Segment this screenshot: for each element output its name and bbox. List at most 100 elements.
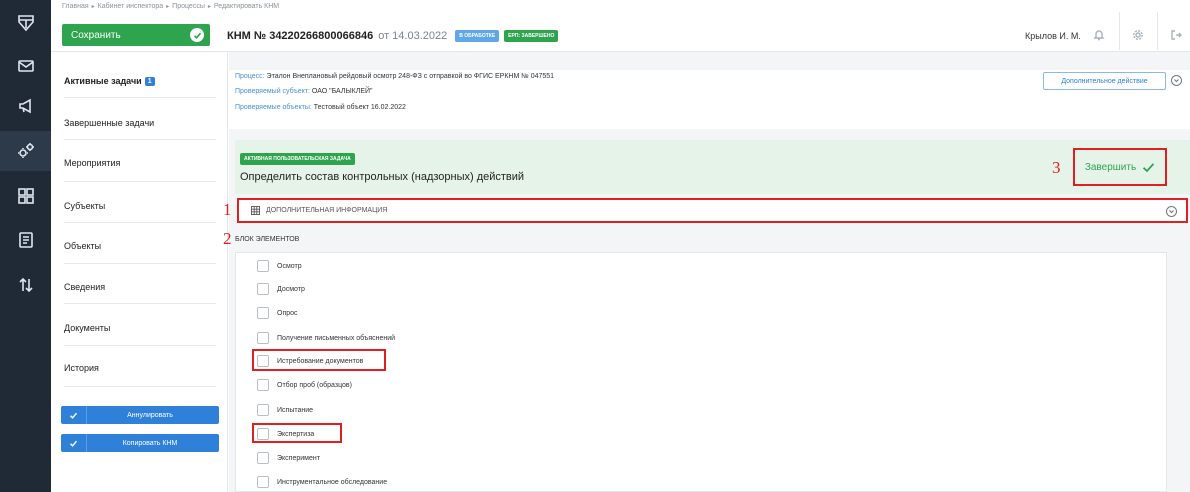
top-bar: Главная ▸ Кабинет инспектора ▸ Процессы … xyxy=(51,0,1190,52)
checklist-item-survey[interactable]: Опрос xyxy=(257,306,298,320)
additional-info-section[interactable]: ДОПОЛНИТЕЛЬНАЯ ИНФОРМАЦИЯ xyxy=(237,198,1188,223)
sidebar-item-label: Завершенные задачи xyxy=(64,118,155,128)
bell-icon[interactable] xyxy=(1090,26,1108,44)
checkbox[interactable] xyxy=(257,404,269,416)
checklist-item-sampling[interactable]: Отбор проб (образцов) xyxy=(257,378,352,392)
checklist-item-label: Опрос xyxy=(277,309,298,317)
chevron-down-icon[interactable] xyxy=(1171,75,1182,86)
process-line: Процесс: Эталон Внеплановый рейдовый осм… xyxy=(235,73,554,80)
divider xyxy=(64,97,216,98)
check-icon xyxy=(190,28,204,42)
logout-icon[interactable] xyxy=(1167,26,1185,44)
checkbox[interactable] xyxy=(257,332,269,344)
checklist-item-experiment[interactable]: Эксперимент xyxy=(257,451,320,465)
checkbox[interactable] xyxy=(257,476,269,488)
annul-button[interactable]: Аннулировать xyxy=(61,406,219,424)
breadcrumb-separator-icon: ▸ xyxy=(207,4,211,10)
divider xyxy=(1119,12,1120,50)
save-button[interactable]: Сохранить xyxy=(62,24,210,46)
checklist-item-written-explanations[interactable]: Получение письменных объяснений xyxy=(257,331,395,345)
sidebar-item-history[interactable]: История xyxy=(64,363,216,373)
sidebar-item-label: Субъекты xyxy=(64,201,106,211)
more-action-button[interactable]: Дополнительное действие xyxy=(1043,72,1166,90)
checklist-item-label: Осмотр xyxy=(277,262,302,270)
sidebar-item-label: Мероприятия xyxy=(64,158,121,168)
check-icon xyxy=(61,434,87,452)
copy-knm-button[interactable]: Копировать КНМ xyxy=(61,434,219,452)
app-logo-icon[interactable] xyxy=(0,0,51,46)
breadcrumb-separator-icon: ▸ xyxy=(91,4,95,10)
settings-gears-icon[interactable] xyxy=(0,131,51,171)
status-badge: В ОБРАБОТКЕ xyxy=(455,30,500,42)
checkbox[interactable] xyxy=(257,260,269,272)
process-key: Процесс: xyxy=(235,73,265,80)
subject-line: Проверяемый субъект: ОАО "БАЛЫКЛЕЙ" xyxy=(235,88,373,95)
sidebar-item-objects[interactable]: Объекты xyxy=(64,241,216,251)
divider xyxy=(64,181,216,182)
left-rail xyxy=(0,0,51,492)
user-name[interactable]: Крылов И. М. xyxy=(1025,31,1081,41)
checkbox[interactable] xyxy=(257,283,269,295)
breadcrumb-separator-icon: ▸ xyxy=(166,4,170,10)
process-value[interactable]: Эталон Внеплановый рейдовый осмотр 248-Ф… xyxy=(267,73,555,80)
highlight-box-document-request xyxy=(252,349,386,371)
breadcrumb-item[interactable]: Главная xyxy=(62,3,89,10)
checkbox[interactable] xyxy=(257,452,269,464)
document-list-icon[interactable] xyxy=(0,220,51,260)
process-info-panel: Процесс: Эталон Внеплановый рейдовый осм… xyxy=(229,70,1190,129)
breadcrumb-item[interactable]: Процессы xyxy=(172,3,205,10)
checklist-item-search[interactable]: Досмотр xyxy=(257,282,305,296)
sidebar-item-active-tasks[interactable]: Активные задачи 1 xyxy=(64,76,216,86)
chevron-down-icon[interactable] xyxy=(1166,206,1177,217)
sidebar-item-subjects[interactable]: Субъекты xyxy=(64,201,216,211)
grid-table-icon xyxy=(251,206,260,215)
breadcrumb: Главная ▸ Кабинет инспектора ▸ Процессы … xyxy=(62,3,279,10)
check-icon xyxy=(61,406,87,424)
element-block-title: БЛОК ЭЛЕМЕНТОВ xyxy=(235,236,300,243)
checklist-item-inspection[interactable]: Осмотр xyxy=(257,259,302,273)
page-title: КНМ № 34220266800066846 от 14.03.2022 В … xyxy=(227,30,559,42)
task-type-badge: АКТИВНАЯ ПОЛЬЗОВАТЕЛЬСКАЯ ЗАДАЧА xyxy=(240,153,355,165)
check-icon xyxy=(1143,162,1155,172)
finish-task-button[interactable]: Завершить xyxy=(1073,148,1167,186)
divider xyxy=(64,345,216,346)
sidebar-item-events[interactable]: Мероприятия xyxy=(64,158,216,168)
annotation-number-3: 3 xyxy=(1052,158,1061,177)
sidebar-item-completed-tasks[interactable]: Завершенные задачи xyxy=(64,118,216,128)
gear-icon[interactable] xyxy=(1129,26,1147,44)
record-number: КНМ № 34220266800066846 xyxy=(227,30,374,42)
sidebar-item-label: История xyxy=(64,363,99,373)
sidebar-item-label: Объекты xyxy=(64,241,102,251)
divider xyxy=(1157,12,1158,50)
finish-button-label: Завершить xyxy=(1084,161,1137,173)
copy-knm-button-label: Копировать КНМ xyxy=(122,439,178,447)
checklist-item-label: Испытание xyxy=(277,406,314,414)
count-badge: 1 xyxy=(144,77,155,86)
subject-key: Проверяемый субъект: xyxy=(235,88,310,95)
objects-value[interactable]: Тестовый объект 16.02.2022 xyxy=(314,104,406,111)
subject-value[interactable]: ОАО "БАЛЫКЛЕЙ" xyxy=(312,88,373,95)
record-date: от 14.03.2022 xyxy=(378,30,448,42)
task-title: Определить состав контрольных (надзорных… xyxy=(240,171,525,183)
highlight-box-expertise xyxy=(252,423,342,443)
checkbox[interactable] xyxy=(257,379,269,391)
additional-info-label: ДОПОЛНИТЕЛЬНАЯ ИНФОРМАЦИЯ xyxy=(266,207,388,214)
checklist-item-instrumental-survey[interactable]: Инструментальное обследование xyxy=(257,475,387,489)
save-button-label: Сохранить xyxy=(71,29,121,41)
checklist-item-label: Отбор проб (образцов) xyxy=(277,381,352,389)
sidebar-item-information[interactable]: Сведения xyxy=(64,282,216,292)
checklist-item-testing[interactable]: Испытание xyxy=(257,403,313,417)
active-task-panel: АКТИВНАЯ ПОЛЬЗОВАТЕЛЬСКАЯ ЗАДАЧА Определ… xyxy=(235,140,1190,194)
sidebar-item-documents[interactable]: Документы xyxy=(64,323,216,333)
mail-icon[interactable] xyxy=(0,46,51,86)
annotation-number-1: 1 xyxy=(223,200,232,219)
megaphone-icon[interactable] xyxy=(0,86,51,126)
objects-line: Проверяемые объекты: Тестовый объект 16.… xyxy=(235,104,406,111)
breadcrumb-item[interactable]: Кабинет инспектора xyxy=(98,3,163,10)
sidebar-item-label: Сведения xyxy=(64,282,106,292)
dashboard-grid-icon[interactable] xyxy=(0,176,51,216)
erp-status-badge: ЕРП: ЗАВЕРШЕНО xyxy=(504,30,559,42)
sort-transfer-icon[interactable] xyxy=(0,265,51,305)
section-sidebar: Активные задачи 1 Завершенные задачи Меро… xyxy=(51,52,228,492)
checkbox[interactable] xyxy=(257,307,269,319)
